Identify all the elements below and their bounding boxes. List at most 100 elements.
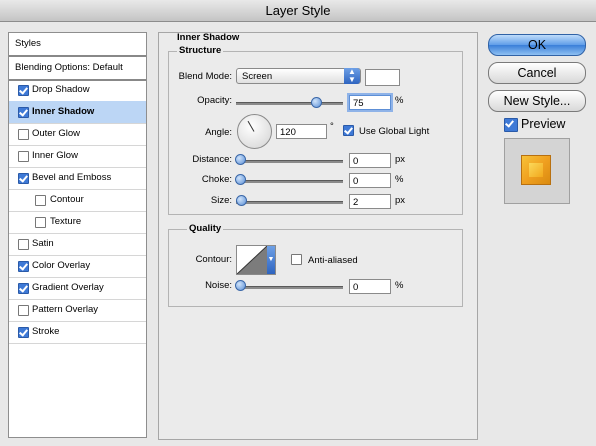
style-item-checkbox[interactable] (18, 107, 29, 118)
noise-field[interactable]: 0 (349, 279, 391, 294)
choke-label: Choke: (201, 174, 232, 185)
style-item-label: Blending Options: Default (15, 62, 123, 73)
angle-label: Angle: (205, 127, 232, 138)
preview-swatch-inner (529, 163, 543, 177)
style-item-checkbox[interactable] (18, 327, 29, 338)
style-item-label: Satin (32, 238, 54, 249)
size-value: 2 (353, 197, 359, 208)
use-global-light-label: Use Global Light (359, 126, 430, 137)
angle-dial[interactable] (237, 114, 272, 149)
choke-unit: % (395, 174, 404, 185)
style-item-drop-shadow[interactable]: Drop Shadow (9, 79, 146, 102)
panel-title: Inner Shadow (177, 32, 240, 43)
style-item-inner-shadow[interactable]: Inner Shadow (9, 101, 146, 124)
blend-mode-select[interactable]: Screen ▲ ▼ (236, 68, 361, 84)
style-item-label: Drop Shadow (32, 84, 90, 95)
style-item-checkbox[interactable] (18, 173, 29, 184)
opacity-value: 75 (353, 98, 364, 109)
angle-field[interactable]: 120 (276, 124, 327, 139)
style-item-checkbox[interactable] (18, 305, 29, 316)
blend-mode-label: Blend Mode: (178, 71, 232, 82)
style-item-checkbox[interactable] (18, 239, 29, 250)
quality-legend: Quality (187, 223, 224, 234)
style-item-pattern-overlay[interactable]: Pattern Overlay (9, 299, 146, 322)
angle-needle (247, 120, 255, 132)
style-item-checkbox[interactable] (35, 195, 46, 206)
choke-slider-knob[interactable] (235, 174, 246, 185)
style-item-contour[interactable]: Contour (9, 189, 146, 212)
shadow-color-swatch[interactable] (365, 69, 400, 86)
styles-list: Styles Blending Options: Default Drop Sha… (8, 32, 147, 438)
preview-label: Preview (521, 117, 566, 131)
quality-group: Quality (168, 223, 463, 307)
cancel-button[interactable]: Cancel (488, 62, 586, 84)
distance-slider-knob[interactable] (235, 154, 246, 165)
style-item-checkbox[interactable] (18, 261, 29, 272)
style-item-label: Stroke (32, 326, 60, 337)
cancel-button-label: Cancel (517, 66, 557, 80)
style-item-stroke[interactable]: Stroke (9, 321, 146, 344)
noise-slider[interactable] (236, 286, 343, 289)
anti-aliased-checkbox[interactable] (291, 254, 302, 265)
contour-label: Contour: (195, 254, 232, 265)
blend-mode-value: Screen (242, 71, 273, 82)
distance-unit: px (395, 154, 406, 165)
styles-header[interactable]: Styles (9, 33, 146, 57)
style-item-bevel-and-emboss[interactable]: Bevel and Emboss (9, 167, 146, 190)
structure-legend: Structure (177, 45, 224, 56)
style-item-label: Color Overlay (32, 260, 91, 271)
style-item-label: Pattern Overlay (32, 304, 98, 315)
style-item-checkbox[interactable] (18, 129, 29, 140)
use-global-light-checkbox[interactable] (343, 125, 354, 136)
contour-preview-icon (237, 246, 267, 274)
opacity-unit: % (395, 95, 404, 106)
style-preview-thumbnail (504, 138, 570, 204)
style-item-label: Texture (50, 216, 82, 227)
style-item-label: Outer Glow (32, 128, 81, 139)
choke-field[interactable]: 0 (349, 173, 391, 188)
style-item-satin[interactable]: Satin (9, 233, 146, 256)
contour-dropdown-arrow-icon[interactable]: ▼ (267, 246, 275, 274)
ok-button-label: OK (527, 38, 547, 52)
angle-unit: ° (330, 121, 334, 132)
preview-checkbox[interactable] (504, 118, 518, 132)
new-style-button-label: New Style... (503, 94, 571, 108)
angle-value: 120 (280, 127, 296, 138)
style-item-gradient-overlay[interactable]: Gradient Overlay (9, 277, 146, 300)
size-label: Size: (210, 195, 232, 206)
style-item-label: Inner Shadow (32, 106, 95, 117)
style-item-outer-glow[interactable]: Outer Glow (9, 123, 146, 146)
choke-slider[interactable] (236, 180, 343, 183)
style-item-label: Gradient Overlay (32, 282, 104, 293)
style-item-checkbox[interactable] (18, 151, 29, 162)
noise-label: Noise: (205, 280, 232, 291)
style-item-inner-glow[interactable]: Inner Glow (9, 145, 146, 168)
size-unit: px (395, 195, 406, 206)
opacity-field[interactable]: 75 (349, 95, 391, 110)
noise-slider-knob[interactable] (235, 280, 246, 291)
size-field[interactable]: 2 (349, 194, 391, 209)
noise-value: 0 (353, 282, 359, 293)
size-slider-knob[interactable] (236, 195, 247, 206)
contour-picker[interactable]: ▼ (236, 245, 276, 275)
style-item-blending-options-default[interactable]: Blending Options: Default (9, 57, 146, 81)
style-item-checkbox[interactable] (18, 283, 29, 294)
style-item-checkbox[interactable] (35, 217, 46, 228)
distance-field[interactable]: 0 (349, 153, 391, 168)
choke-value: 0 (353, 176, 359, 187)
ok-button[interactable]: OK (488, 34, 586, 56)
noise-unit: % (395, 280, 404, 291)
style-item-checkbox[interactable] (18, 85, 29, 96)
style-item-label: Contour (50, 194, 84, 205)
opacity-slider[interactable] (236, 102, 343, 105)
distance-slider[interactable] (236, 160, 343, 163)
styles-header-label: Styles (15, 38, 41, 49)
inner-shadow-panel: Inner Shadow Structure Blend Mode: Scree… (158, 32, 478, 440)
new-style-button[interactable]: New Style... (488, 90, 586, 112)
window-title-bar: Layer Style (0, 0, 596, 22)
style-item-texture[interactable]: Texture (9, 211, 146, 234)
style-item-color-overlay[interactable]: Color Overlay (9, 255, 146, 278)
size-slider[interactable] (236, 201, 343, 204)
distance-value: 0 (353, 156, 359, 167)
window-title: Layer Style (265, 3, 331, 18)
